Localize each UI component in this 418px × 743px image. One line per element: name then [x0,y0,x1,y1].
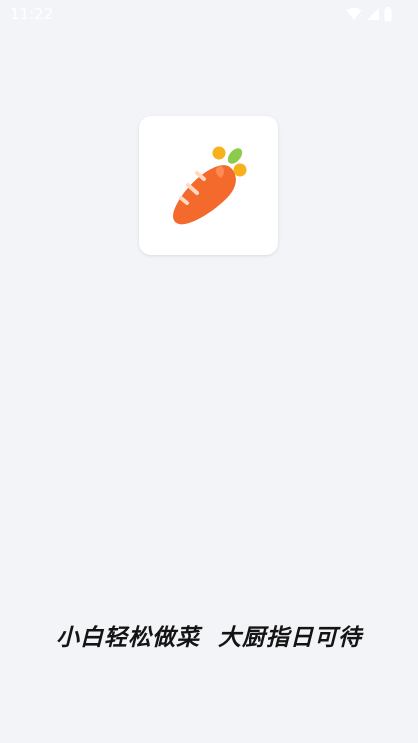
status-time: 11:22 [10,5,54,23]
status-icons [346,6,392,22]
battery-icon [384,6,392,22]
signal-icon [366,7,380,21]
slogan-text: 小白轻松做菜 大厨指日可待 [55,625,362,651]
app-logo [139,116,278,255]
status-bar: 11:22 [0,0,418,28]
wifi-icon [346,7,362,21]
carrot-icon [173,146,247,225]
